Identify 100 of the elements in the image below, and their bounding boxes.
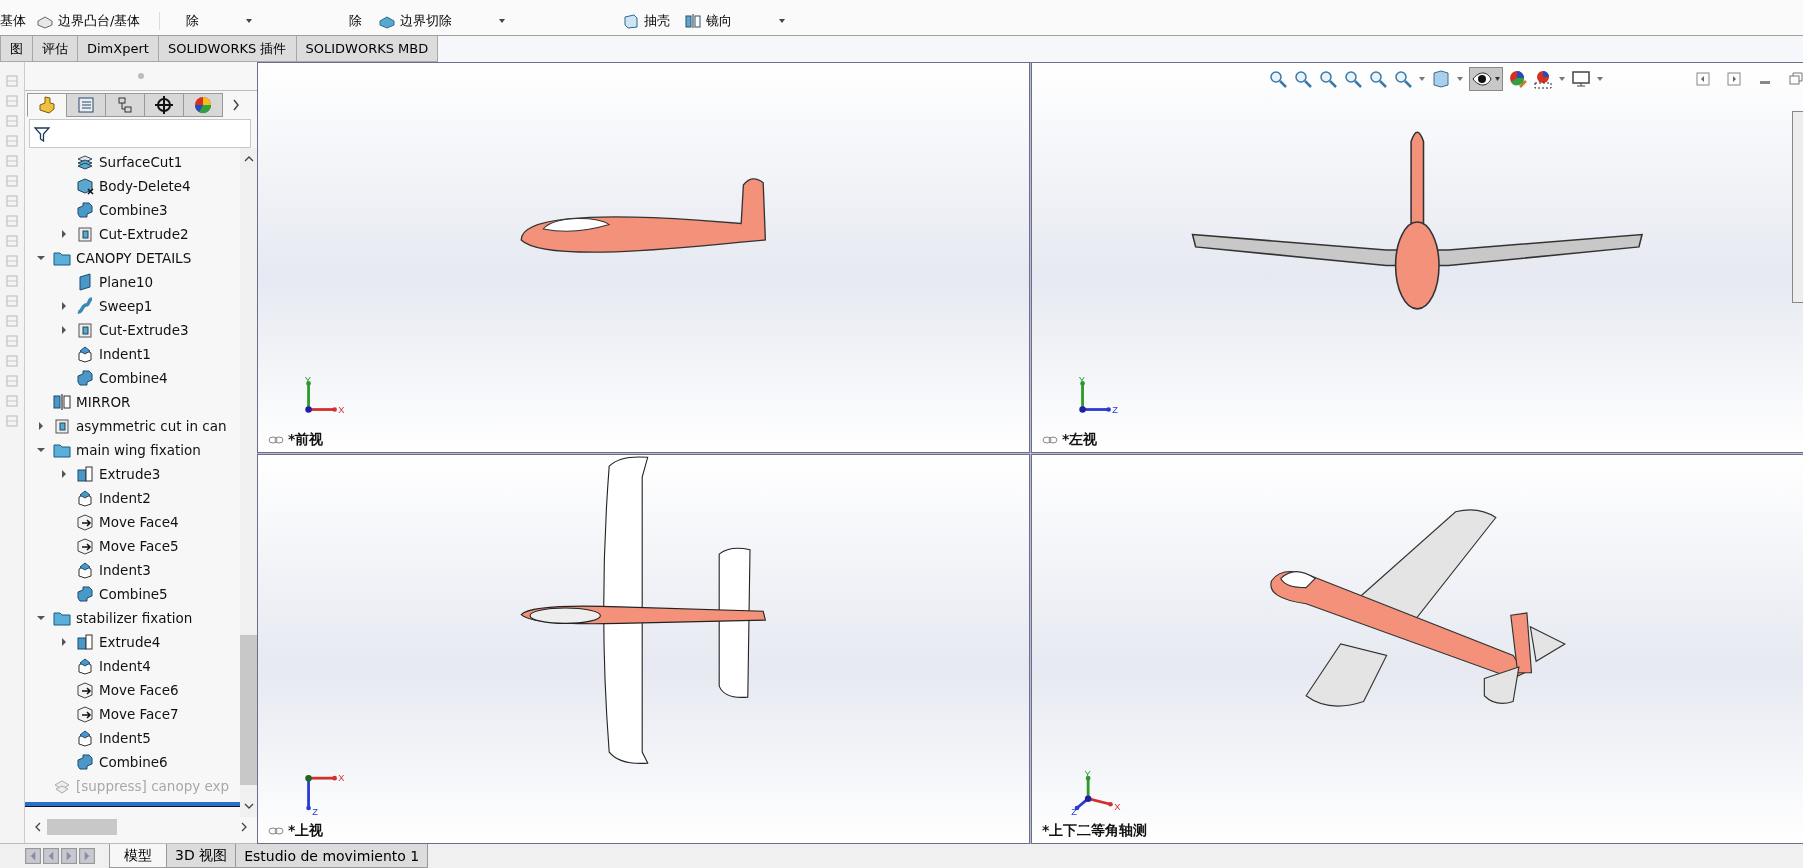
- panel-grip-icon[interactable]: [138, 73, 144, 79]
- view-tool-icon[interactable]: [1393, 69, 1413, 89]
- bottom-tab[interactable]: Estudio de movimiento 1: [235, 844, 429, 868]
- tree-item[interactable]: Sweep1: [99, 298, 153, 314]
- tree-item[interactable]: Combine5: [99, 586, 168, 602]
- ribbon-command[interactable]: 除: [180, 12, 205, 30]
- scrollbar-thumb[interactable]: [240, 635, 257, 785]
- expand-toggle-icon[interactable]: [60, 470, 68, 478]
- filter-field[interactable]: [29, 119, 251, 148]
- task-pane-tabs[interactable]: [1792, 111, 1803, 303]
- ribbon-command[interactable]: 边界切除: [372, 12, 458, 30]
- feature-icon: [76, 513, 94, 531]
- rollback-bar[interactable]: [25, 802, 240, 807]
- ribbon-tab[interactable]: 图: [0, 36, 33, 62]
- tree-item[interactable]: Extrude3: [99, 466, 161, 482]
- link-icon[interactable]: [268, 435, 284, 444]
- expand-toggle-icon[interactable]: [37, 614, 45, 622]
- tree-item[interactable]: Move Face4: [99, 514, 179, 530]
- dropdown-caret-icon[interactable]: [245, 18, 253, 24]
- tree-item[interactable]: Combine4: [99, 370, 168, 386]
- monitor-icon[interactable]: [1571, 69, 1591, 89]
- dropdown-caret-icon[interactable]: [1558, 76, 1566, 82]
- ribbon-tab[interactable]: 评估: [32, 36, 78, 62]
- tree-item[interactable]: Indent3: [99, 562, 151, 578]
- dropdown-caret-icon[interactable]: [1456, 76, 1464, 82]
- restore-icon[interactable]: [1789, 72, 1803, 86]
- expand-toggle-icon[interactable]: [37, 446, 45, 454]
- tree-item[interactable]: Indent4: [99, 658, 151, 674]
- hide-show-button[interactable]: [1469, 67, 1503, 91]
- scroll-up-icon[interactable]: [243, 156, 254, 162]
- expand-toggle-icon[interactable]: [60, 302, 68, 310]
- folder-icon: [53, 441, 71, 459]
- bottom-tab[interactable]: 3D 视图: [166, 844, 237, 868]
- tree-item[interactable]: Move Face6: [99, 682, 179, 698]
- panel-left-icon[interactable]: [1696, 72, 1710, 86]
- feature-icon: [76, 561, 94, 579]
- view-name: *前视: [288, 430, 324, 449]
- expand-toggle-icon[interactable]: [60, 638, 68, 646]
- bottom-tab[interactable]: 模型: [109, 844, 167, 868]
- viewport[interactable]: X Z *上视: [258, 454, 1029, 843]
- feature-icon: [76, 273, 94, 291]
- tree-item[interactable]: Move Face5: [99, 538, 179, 554]
- scene-icon[interactable]: [1533, 69, 1553, 89]
- tree-item[interactable]: asymmetric cut in can: [76, 418, 227, 434]
- expand-toggle-icon[interactable]: [60, 230, 68, 238]
- view-tool-icon[interactable]: [1268, 69, 1288, 89]
- tree-item[interactable]: CANOPY DETAILS: [76, 250, 192, 266]
- tree-item[interactable]: Indent2: [99, 490, 151, 506]
- view-tool-icon[interactable]: [1293, 69, 1313, 89]
- dropdown-caret-icon[interactable]: [1418, 76, 1426, 82]
- link-icon[interactable]: [1042, 435, 1058, 444]
- expand-toggle-icon[interactable]: [37, 422, 45, 430]
- feature-icon: [684, 13, 702, 29]
- ribbon-command[interactable]: 镜向: [678, 12, 738, 30]
- tree-item[interactable]: MIRROR: [76, 394, 131, 410]
- vertical-scrollbar[interactable]: [240, 148, 257, 817]
- ribbon-command[interactable]: 基体: [0, 12, 30, 30]
- ribbon-tab[interactable]: SOLIDWORKS MBD: [295, 36, 439, 62]
- panel-right-icon[interactable]: [1727, 72, 1741, 86]
- tree-item[interactable]: Combine6: [99, 754, 168, 770]
- feature-icon: [76, 705, 94, 723]
- axis-triad-drawing: X Z: [284, 767, 348, 821]
- tree-item[interactable]: main wing fixation: [76, 442, 201, 458]
- ribbon-command[interactable]: 除: [343, 12, 368, 30]
- expand-toggle-icon[interactable]: [37, 254, 45, 262]
- tree-item[interactable]: Indent1: [99, 346, 151, 362]
- dropdown-caret-icon[interactable]: [1596, 76, 1604, 82]
- expand-toggle-icon[interactable]: [60, 326, 68, 334]
- panel-tab[interactable]: [144, 93, 184, 117]
- tree-item[interactable]: Extrude4: [99, 634, 161, 650]
- tree-item[interactable]: Body-Delete4: [99, 178, 191, 194]
- scroll-down-icon[interactable]: [243, 803, 254, 809]
- tree-item[interactable]: stabilizer fixation: [76, 610, 193, 626]
- tree-item[interactable]: Indent5: [99, 730, 151, 746]
- dropdown-caret-icon[interactable]: [778, 18, 786, 24]
- ribbon-tab[interactable]: SOLIDWORKS 插件: [157, 36, 297, 62]
- ribbon-command[interactable]: 边界凸台/基体: [30, 12, 160, 30]
- tree-item[interactable]: Cut-Extrude3: [99, 322, 189, 338]
- dropdown-caret-icon[interactable]: [498, 18, 506, 24]
- tree-item[interactable]: SurfaceCut1: [99, 154, 183, 170]
- filter-icon: [34, 125, 50, 142]
- scroll-right-icon[interactable]: [241, 822, 247, 832]
- scroll-left-icon[interactable]: [35, 822, 41, 832]
- cube-icon[interactable]: [1431, 69, 1451, 89]
- link-icon[interactable]: [268, 827, 284, 835]
- ribbon-tab[interactable]: DimXpert: [77, 36, 159, 62]
- tree-item[interactable]: Plane10: [99, 274, 154, 290]
- color-palette-icon[interactable]: [1508, 69, 1528, 89]
- feature-icon: [76, 297, 94, 315]
- ribbon-command[interactable]: 抽壳: [616, 12, 676, 30]
- feature-icon: [76, 345, 94, 363]
- tree-item[interactable]: Combine3: [99, 202, 168, 218]
- tree-item[interactable]: Cut-Extrude2: [99, 226, 189, 242]
- view-tool-icon[interactable]: [1343, 69, 1363, 89]
- view-tool-icon[interactable]: [1318, 69, 1338, 89]
- view-tool-icon[interactable]: [1368, 69, 1388, 89]
- tree-item[interactable]: Move Face7: [99, 706, 179, 722]
- feature-icon: [76, 657, 94, 675]
- scrollbar-thumb[interactable]: [47, 819, 117, 835]
- chevron-right-icon[interactable]: [232, 99, 240, 111]
